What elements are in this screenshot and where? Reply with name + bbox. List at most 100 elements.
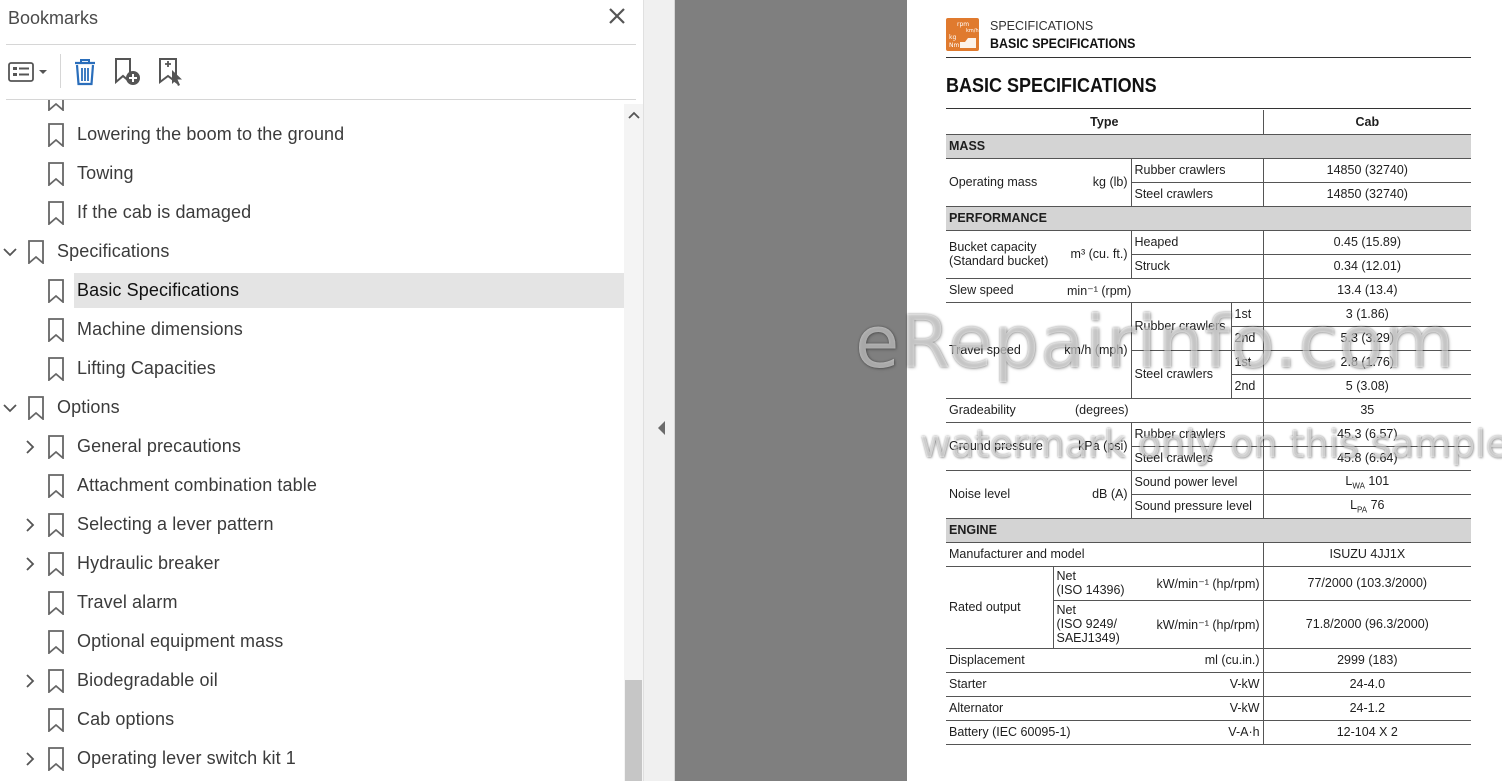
chevron-down-icon[interactable] <box>0 242 20 262</box>
net-iso14396-line2: (ISO 14396) <box>1056 583 1125 597</box>
battery-unit: V-A·h <box>1131 719 1264 745</box>
op-mass-steel-value: 14850 (32740) <box>1262 181 1472 207</box>
net-iso9249-line1: Net <box>1056 603 1076 617</box>
net-iso9249-line3: SAEJ1349) <box>1056 631 1120 645</box>
bookmarks-panel: Bookmarks Lowering the boom to the groun… <box>0 0 643 781</box>
bookmark-item-general-precautions[interactable]: General precautions <box>0 429 624 465</box>
sound-power-label: Sound power level <box>1130 469 1264 495</box>
bookmark-icon <box>48 747 64 771</box>
scroll-up-arrow-icon[interactable] <box>624 104 643 126</box>
bookmark-label: Travel alarm <box>77 592 178 612</box>
chevron-right-icon[interactable] <box>20 671 40 691</box>
bookmark-icon <box>48 318 64 342</box>
battery-label: Battery (IEC 60095-1) <box>946 719 1131 745</box>
header-cab: Cab <box>1262 110 1472 135</box>
ground-pressure-label: Ground pressure <box>946 421 1053 471</box>
alternator-unit: V-kW <box>1131 695 1264 721</box>
page-title: BASIC SPECIFICATIONS <box>946 75 1157 97</box>
spec-logo-icon: rpm km/h kg Nm <box>946 18 979 51</box>
bookmark-icon <box>48 279 64 303</box>
bucket-unit: m³ (cu. ft.) <box>1053 229 1132 279</box>
bookmark-label: Biodegradable oil <box>77 670 218 690</box>
travel-label: Travel speed <box>946 301 1053 399</box>
close-icon[interactable] <box>605 4 629 28</box>
bookmark-tree: Lowering the boom to the ground Towing If … <box>0 100 624 781</box>
sound-pressure-symbol: L <box>1350 497 1358 512</box>
bookmark-item-if-the-cab-is-damaged[interactable]: If the cab is damaged <box>0 195 624 231</box>
bookmark-item-towing[interactable]: Towing <box>0 156 624 192</box>
op-mass-rubber: Rubber crawlers <box>1130 157 1264 183</box>
bookmark-item-machine-dimensions[interactable]: Machine dimensions <box>0 312 624 348</box>
scroll-thumb[interactable] <box>625 680 642 781</box>
bookmark-selection-icon[interactable] <box>154 54 188 90</box>
op-mass-steel: Steel crawlers <box>1131 181 1264 207</box>
bookmark-label: Lowering the boom to the ground <box>77 124 345 144</box>
bookmark-item-attachment-combination-table[interactable]: Attachment combination table <box>0 468 624 504</box>
bookmark-item-clipped[interactable] <box>0 100 624 117</box>
bookmark-icon <box>48 708 64 732</box>
net-iso14396: Net (ISO 14396) <box>1052 565 1131 601</box>
bookmark-icon <box>48 357 64 381</box>
travel-steel-2nd-value: 5 (3.08) <box>1262 373 1472 399</box>
spec-table: Type Cab MASS Operating mass kg (lb) Rub… <box>946 110 1472 745</box>
heaped-value: 0.45 (15.89) <box>1262 229 1472 255</box>
bookmark-label: Hydraulic breaker <box>77 553 220 573</box>
travel-rubber-2nd: 2nd <box>1231 325 1264 351</box>
trash-icon[interactable] <box>70 54 100 90</box>
net-iso9249-value: 71.8/2000 (96.3/2000) <box>1262 599 1472 649</box>
net-iso9249-unit: kW/min⁻¹ (hp/rpm) <box>1131 599 1264 649</box>
travel-steel-1st: 1st <box>1230 349 1264 375</box>
chevron-right-icon[interactable] <box>20 437 40 457</box>
bookmark-item-basic-specifications[interactable]: Basic Specifications <box>0 273 624 309</box>
bookmark-item-selecting-a-lever-pattern[interactable]: Selecting a lever pattern <box>0 507 624 543</box>
manufacturer-value: ISUZU 4JJ1X <box>1262 541 1472 567</box>
slew-label: Slew speed <box>946 277 1053 303</box>
chevron-right-icon[interactable] <box>20 749 40 769</box>
bookmark-icon <box>48 162 64 186</box>
noise-label: Noise level <box>946 469 1053 519</box>
travel-rubber-1st-value: 3 (1.86) <box>1262 301 1472 327</box>
bookmark-icon <box>48 591 64 615</box>
bookmark-item-options[interactable]: Options <box>0 390 624 426</box>
bookmark-item-optional-equipment-mass[interactable]: Optional equipment mass <box>0 624 624 660</box>
bookmarks-scrollbar[interactable] <box>624 104 643 781</box>
displacement-label: Displacement <box>946 647 1131 673</box>
bookmark-item-cab-options[interactable]: Cab options <box>0 702 624 738</box>
sound-power-value: LWA 101 <box>1262 469 1472 495</box>
struck-value: 0.34 (12.01) <box>1262 253 1472 279</box>
bookmark-item-travel-alarm[interactable]: Travel alarm <box>0 585 624 621</box>
net-iso14396-line1: Net <box>1056 569 1076 583</box>
new-bookmark-icon[interactable] <box>110 54 144 90</box>
collapse-arrow-icon[interactable] <box>658 421 665 435</box>
bookmark-icon <box>48 474 64 498</box>
bookmark-label: Cab options <box>77 709 175 729</box>
ground-pressure-unit: kPa (psi) <box>1053 421 1132 471</box>
bookmark-item-operating-lever-switch-kit-1[interactable]: Operating lever switch kit 1 <box>0 741 624 777</box>
op-mass-label: Operating mass <box>946 157 1053 207</box>
bookmark-item-hydraulic-breaker[interactable]: Hydraulic breaker <box>0 546 624 582</box>
bucket-capacity-line2: (Standard bucket) <box>949 254 1049 268</box>
bookmark-item-biodegradable-oil[interactable]: Biodegradable oil <box>0 663 624 699</box>
bucket-capacity-label: Bucket capacity (Standard bucket) <box>946 229 1053 279</box>
logo-text-kmh: km/h <box>966 28 979 34</box>
bookmark-icon <box>48 669 64 693</box>
chevron-down-icon[interactable] <box>0 398 20 418</box>
bookmark-label: Basic Specifications <box>77 280 240 300</box>
ground-steel: Steel crawlers <box>1131 445 1264 471</box>
ground-rubber-value: 45.3 (6.57) <box>1262 421 1472 447</box>
chevron-right-icon[interactable] <box>20 515 40 535</box>
bookmark-item-lowering-the-boom-to-the-ground[interactable]: Lowering the boom to the ground <box>0 117 624 153</box>
panel-splitter[interactable] <box>643 0 675 781</box>
title-rule <box>946 108 1471 109</box>
bookmark-icon <box>28 396 44 420</box>
bookmark-item-lifting-capacities[interactable]: Lifting Capacities <box>0 351 624 387</box>
header-rule <box>946 57 1471 58</box>
bookmark-label: Attachment combination table <box>77 475 317 495</box>
ground-steel-value: 45.8 (6.64) <box>1262 445 1472 471</box>
panel-title: Bookmarks <box>8 8 99 28</box>
list-options-icon[interactable] <box>6 54 50 90</box>
ground-rubber: Rubber crawlers <box>1130 421 1264 447</box>
starter-value: 24-4.0 <box>1262 671 1472 697</box>
chevron-right-icon[interactable] <box>20 554 40 574</box>
bookmark-item-specifications[interactable]: Specifications <box>0 234 624 270</box>
